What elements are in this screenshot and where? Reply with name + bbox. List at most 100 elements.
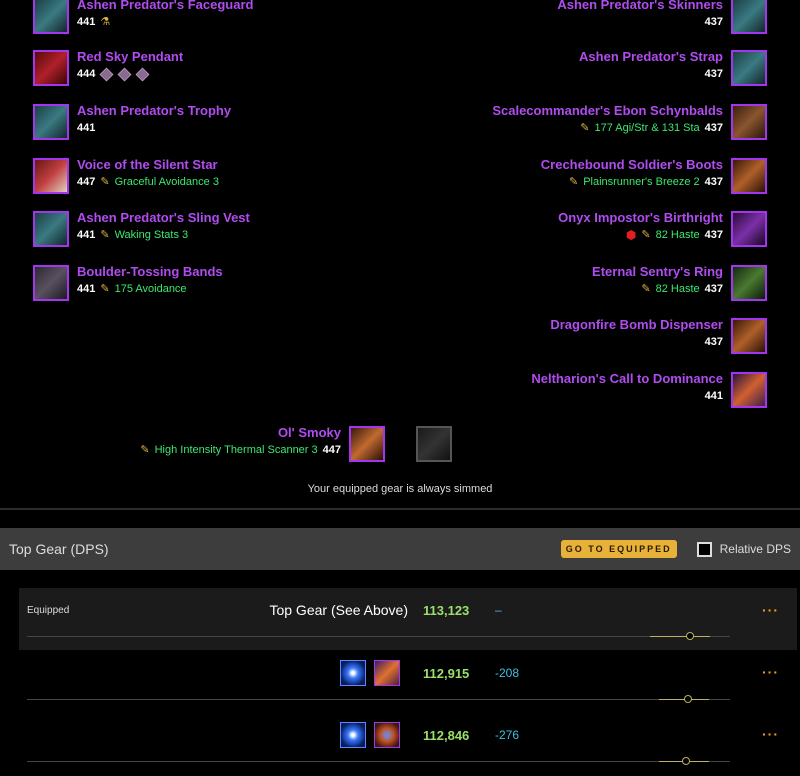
relative-dps-toggle[interactable]: Relative DPS xyxy=(696,541,791,557)
enchant-quill-icon: ✎ xyxy=(641,283,651,295)
gear-name: Onyx Impostor's Birthright xyxy=(558,210,723,225)
equipped-note: Your equipped gear is always simmed xyxy=(307,483,493,495)
gear-name: Ol' Smoky xyxy=(277,425,341,440)
skinners-icon xyxy=(731,0,767,34)
gear-slot-trinket1[interactable]: Dragonfire Bomb Dispenser 437 xyxy=(542,317,767,354)
result-row[interactable]: 112,846 -276 ··· xyxy=(19,714,797,776)
flask-icon: ⚗ xyxy=(100,16,111,28)
item-level: 447 xyxy=(77,176,96,188)
dps-range-bar xyxy=(650,636,710,637)
result-row-equipped[interactable]: Equipped Top Gear (See Above) 113,123 – … xyxy=(19,588,797,650)
gear-slot-ring2[interactable]: Eternal Sentry's Ring ✎ 82 Haste 437 xyxy=(584,264,767,301)
ring-icon xyxy=(731,265,767,301)
off-hand-empty-icon[interactable] xyxy=(416,426,452,462)
gear-slot-waist[interactable]: Ashen Predator's Strap 437 xyxy=(571,49,767,86)
bomb-dispenser-icon xyxy=(731,318,767,354)
socket-icon xyxy=(117,67,132,81)
pendant-icon xyxy=(33,50,69,86)
red-gem-icon: ⬢ xyxy=(625,228,637,242)
cloak-icon xyxy=(33,158,69,194)
dps-range-track xyxy=(27,699,730,700)
item-level: 437 xyxy=(704,122,723,134)
enchant-quill-icon: ✎ xyxy=(100,229,110,241)
item-level: 437 xyxy=(704,16,723,28)
item-level: 437 xyxy=(704,176,723,188)
more-options-button[interactable]: ··· xyxy=(762,664,779,680)
gear-name: Ashen Predator's Faceguard xyxy=(77,0,254,12)
dps-marker xyxy=(682,757,690,765)
birthright-icon xyxy=(731,211,767,247)
enchant-quill-icon: ✎ xyxy=(568,176,579,188)
gear-name: Eternal Sentry's Ring xyxy=(592,264,723,279)
gear-name: Red Sky Pendant xyxy=(77,49,184,64)
gear-name: Ashen Predator's Strap xyxy=(579,49,723,64)
gear-name: Ashen Predator's Sling Vest xyxy=(77,210,250,225)
orb-item-icon xyxy=(374,722,400,748)
bands-icon xyxy=(33,265,69,301)
row-diff: – xyxy=(495,603,502,617)
row-item-icons xyxy=(340,722,400,748)
vest-icon xyxy=(33,211,69,247)
gear-name: Boulder-Tossing Bands xyxy=(77,264,223,279)
dps-range-track xyxy=(27,761,730,762)
item-level: 441 xyxy=(77,122,96,134)
gear-name: Voice of the Silent Star xyxy=(77,157,218,172)
item-level: 444 xyxy=(77,68,96,80)
dps-marker xyxy=(684,695,692,703)
gear-slot-ring1[interactable]: Onyx Impostor's Birthright ⬢ ✎ 82 Haste … xyxy=(550,210,767,247)
socket-icon xyxy=(99,67,114,81)
gear-slot-head[interactable]: Ashen Predator's Faceguard 441 ⚗ xyxy=(33,0,261,34)
item-level: 441 xyxy=(77,16,96,28)
result-row[interactable]: 112,915 -208 ··· xyxy=(19,652,797,714)
gear-name: Crechebound Soldier's Boots xyxy=(540,157,723,172)
section-title: Top Gear (DPS) xyxy=(9,541,109,557)
top-gear-results: Equipped Top Gear (See Above) 113,123 – … xyxy=(0,570,800,773)
item-level: 447 xyxy=(322,444,341,456)
item-level: 441 xyxy=(77,229,96,241)
item-level: 441 xyxy=(704,390,723,402)
gear-slot-hands[interactable]: Ashen Predator's Skinners 437 xyxy=(549,0,767,34)
go-to-equipped-button[interactable]: GO TO EQUIPPED xyxy=(560,540,677,558)
row-diff: -208 xyxy=(495,666,520,680)
item-level: 437 xyxy=(704,68,723,80)
gear-name: Dragonfire Bomb Dispenser xyxy=(550,317,723,332)
strap-icon xyxy=(731,50,767,86)
row-dps: 112,915 xyxy=(423,666,470,681)
equipped-gear-panel: Ashen Predator's Faceguard 441 ⚗ Red Sky… xyxy=(0,0,800,510)
gear-slot-feet[interactable]: Crechebound Soldier's Boots ✎ Plainsrunn… xyxy=(533,157,767,194)
faceguard-icon xyxy=(33,0,69,34)
relative-dps-checkbox[interactable] xyxy=(696,541,712,557)
more-options-button[interactable]: ··· xyxy=(762,726,779,742)
gear-slot-main-hand[interactable]: Ol' Smoky ✎ High Intensity Thermal Scann… xyxy=(132,425,385,462)
gear-slot-trinket2[interactable]: Neltharion's Call to Dominance 441 xyxy=(523,371,767,408)
gear-name: Ashen Predator's Trophy xyxy=(77,103,232,118)
row-item-icons xyxy=(340,660,400,686)
enchant-text: Waking Stats 3 xyxy=(114,229,189,241)
trophy-icon xyxy=(33,104,69,140)
enchant-quill-icon: ✎ xyxy=(100,283,110,295)
row-title: Top Gear (See Above) xyxy=(269,602,408,618)
gear-slot-wrist[interactable]: Boulder-Tossing Bands 441 ✎ 175 Avoidanc… xyxy=(33,264,231,301)
gear-slot-shoulder[interactable]: Ashen Predator's Trophy 441 xyxy=(33,103,239,140)
row-dps: 112,846 xyxy=(423,728,470,743)
enchant-quill-icon: ✎ xyxy=(100,176,110,188)
item-level: 437 xyxy=(704,283,723,295)
gear-name: Scalecommander's Ebon Schynbalds xyxy=(492,103,723,118)
enchant-text: 175 Avoidance xyxy=(114,283,187,295)
enchant-quill-icon: ✎ xyxy=(580,122,590,134)
gear-name: Ashen Predator's Skinners xyxy=(557,0,723,12)
gear-slot-neck[interactable]: Red Sky Pendant 444 xyxy=(33,49,191,86)
blue-gem-icon xyxy=(340,660,366,686)
gear-name: Neltharion's Call to Dominance xyxy=(531,371,723,386)
item-level: 437 xyxy=(704,336,723,348)
row-dps: 113,123 xyxy=(423,603,470,618)
gear-slot-legs[interactable]: Scalecommander's Ebon Schynbalds ✎ 177 A… xyxy=(484,103,767,140)
enchant-text: 82 Haste xyxy=(655,283,700,295)
fire-item-icon xyxy=(374,660,400,686)
enchant-quill-icon: ✎ xyxy=(140,444,150,456)
boots-icon xyxy=(731,158,767,194)
more-options-button[interactable]: ··· xyxy=(762,602,779,618)
gear-slot-back[interactable]: Voice of the Silent Star 447 ✎ Graceful … xyxy=(33,157,227,194)
equipped-label: Equipped xyxy=(27,605,70,616)
gear-slot-chest[interactable]: Ashen Predator's Sling Vest 441 ✎ Waking… xyxy=(33,210,258,247)
